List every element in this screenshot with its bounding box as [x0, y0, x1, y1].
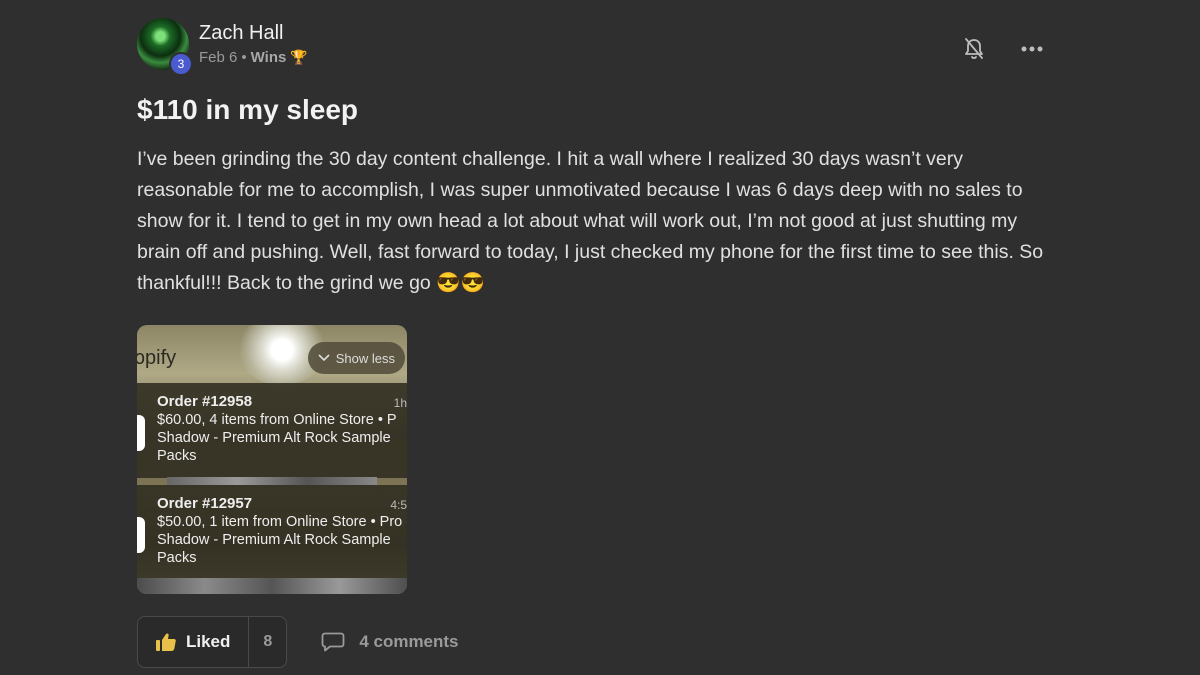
chevron-down-icon: [318, 354, 330, 362]
post-image-attachment[interactable]: ɔpify Show less Order #12958 1h $60.00, …: [137, 325, 407, 594]
author-avatar-wrap[interactable]: 3: [137, 18, 193, 76]
notification-line: Packs: [157, 448, 197, 464]
post-body: I’ve been grinding the 30 day content ch…: [137, 148, 1044, 294]
like-group: Liked 8: [137, 616, 288, 668]
trophy-icon: 🏆: [290, 49, 308, 65]
notification-line: $50.00, 1 item from Online Store • Pro: [157, 514, 403, 530]
comments-label: 4 comments: [359, 632, 459, 651]
notification-time: 4:5: [390, 498, 407, 512]
header-actions: [961, 36, 1045, 62]
notification-line: Packs: [157, 550, 197, 566]
notification-order: Order #12957: [157, 495, 253, 512]
notification-line: $60.00, 4 items from Online Store • P: [157, 412, 397, 428]
bell-off-icon[interactable]: [961, 36, 987, 62]
shopify-app-icon: [137, 517, 145, 553]
post-meta: Feb 6 • Wins 🏆: [199, 49, 308, 66]
background-fur: [167, 477, 377, 485]
author-name[interactable]: Zach Hall: [199, 22, 308, 45]
notification-line: Shadow - Premium Alt Rock Sample: [157, 430, 391, 446]
app-name-text: ɔpify: [137, 347, 177, 369]
like-count[interactable]: 8: [249, 633, 286, 651]
comments-button[interactable]: 4 comments: [321, 632, 459, 652]
like-button[interactable]: Liked: [138, 617, 250, 667]
meta-separator: •: [241, 49, 247, 66]
post-category[interactable]: Wins: [251, 49, 287, 66]
notification-order: Order #12958: [157, 393, 253, 410]
notification-line: Shadow - Premium Alt Rock Sample: [157, 532, 391, 548]
show-less-pill: Show less: [307, 342, 405, 374]
notification-time: 1h: [393, 396, 407, 410]
post-date[interactable]: Feb 6: [199, 49, 237, 66]
post-footer: Liked 8 4 comments: [137, 616, 1057, 668]
order-notification: Order #12957 4:5 $50.00, 1 item from Onl…: [137, 485, 407, 580]
thumbs-up-icon: [156, 633, 176, 651]
show-less-label: Show less: [335, 350, 395, 366]
post-title: $110 in my sleep: [137, 94, 359, 125]
post-card: 3 Zach Hall Feb 6 • Wins 🏆 $110 in my sl…: [137, 18, 1057, 668]
more-horizontal-icon[interactable]: [1019, 36, 1045, 62]
comment-icon: [321, 632, 345, 652]
author-info: Zach Hall Feb 6 • Wins 🏆: [199, 22, 308, 66]
background-fur: [137, 578, 407, 594]
level-badge: 3: [169, 52, 193, 76]
post-header: 3 Zach Hall Feb 6 • Wins 🏆: [137, 18, 1057, 78]
order-notification: Order #12958 1h $60.00, 4 items from Onl…: [137, 383, 407, 478]
shopify-app-icon: [137, 415, 145, 451]
like-label: Liked: [186, 632, 231, 651]
